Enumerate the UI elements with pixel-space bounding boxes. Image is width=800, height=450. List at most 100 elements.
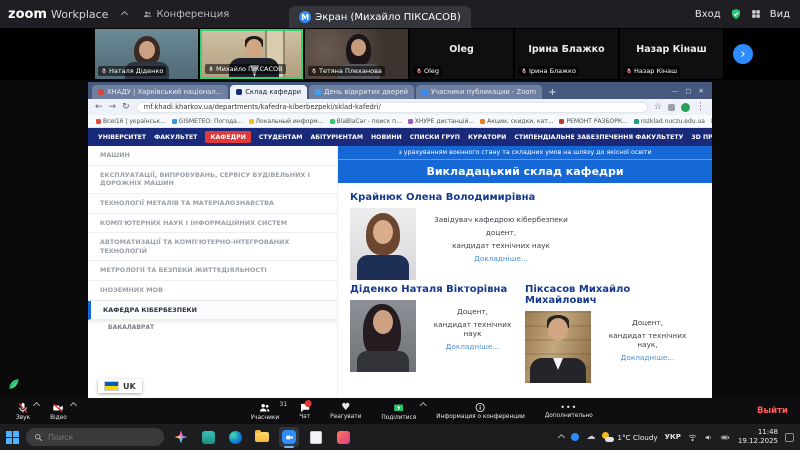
bookmark-item[interactable]: rozklad.nuczu.edu.ua: [634, 118, 705, 125]
bookmark-item[interactable]: BlaBlaCar - поиск п...: [330, 118, 402, 125]
language-switcher[interactable]: UK: [98, 379, 142, 393]
profile-avatar[interactable]: [681, 103, 690, 112]
taskbar-app[interactable]: [333, 427, 353, 447]
nav-item[interactable]: АБІТУРІЄНТАМ: [310, 134, 363, 141]
bookmark-item[interactable]: Акции, скидки, кат...: [480, 118, 553, 125]
collapse-chevron-icon[interactable]: [121, 10, 128, 17]
sidebar-item[interactable]: ЕКСПЛУАТАЦІЇ, ВИПРОБУВАНЬ, СЕРВІСУ БУДІВ…: [88, 166, 337, 194]
forward-icon[interactable]: →: [109, 102, 117, 112]
browser-tab[interactable]: Учасники публикации - Zoom: [416, 85, 542, 99]
sidebar-item[interactable]: МАШИН: [88, 146, 337, 166]
audio-button[interactable]: Звук: [6, 398, 40, 424]
tab-meeting[interactable]: Конференция: [143, 9, 229, 20]
details-link[interactable]: Докладніше...: [474, 254, 528, 263]
bookmark-item[interactable]: РЕМОНТ РАЗБОРК...: [559, 118, 627, 125]
sidebar-item[interactable]: ІНОЗЕМНИХ МОВ: [88, 281, 337, 301]
details-link[interactable]: Докладніше...: [621, 353, 675, 362]
sidebar-item-active[interactable]: КАФЕДРА КІБЕРБЕЗПЕКИ: [88, 301, 337, 321]
participant-name-label: Назар Кінаш: [623, 66, 680, 76]
notification-center-icon[interactable]: [785, 433, 794, 442]
bookmark-item[interactable]: ХНУРЕ дистанцій...: [408, 118, 474, 125]
leave-button[interactable]: Выйти: [757, 398, 788, 424]
video-options-chevron-icon[interactable]: [70, 402, 77, 409]
video-button[interactable]: Відео: [40, 398, 77, 424]
bookmark-item[interactable]: ВсеІ16 | українськ...: [96, 118, 166, 125]
sidebar-item[interactable]: АВТОМАТИЗАЦІЇ ТА КОМП'ЮТЕРНО-ІНТЕГРОВАНИ…: [88, 233, 337, 261]
window-maximize-button[interactable]: ▢: [685, 87, 691, 95]
reload-icon[interactable]: ↻: [122, 102, 130, 112]
nav-item[interactable]: СПИСКИ ГРУП: [410, 134, 460, 141]
bookmark-star-icon[interactable]: ☆: [654, 102, 662, 112]
participant-tile-audio-only[interactable]: Ірина Блажко Ірина Блажко: [515, 29, 618, 79]
bookmark-favicon: [634, 119, 639, 124]
language-indicator[interactable]: УКР: [665, 433, 681, 441]
onedrive-cloud-icon[interactable]: ☁: [586, 432, 595, 442]
nav-item[interactable]: СТИПЕНДІАЛЬНЕ ЗАБЕЗПЕЧЕННЯ ФАКУЛЬТЕТУ: [514, 134, 683, 141]
announcement-ticker: з урахуванням воєнного стану та складних…: [338, 146, 712, 159]
clock[interactable]: 11:48 19.12.2025: [738, 428, 778, 446]
share-screen-button[interactable]: Поділитися: [371, 398, 426, 424]
window-minimize-button[interactable]: —: [672, 87, 679, 95]
tray-expand-chevron-icon[interactable]: [558, 433, 565, 440]
more-dots-icon: •••: [560, 403, 577, 412]
audio-options-chevron-icon[interactable]: [33, 402, 40, 409]
participant-tile-audio-only[interactable]: Oleg Oleg: [410, 29, 513, 79]
taskbar-search[interactable]: [26, 428, 164, 446]
share-options-chevron-icon[interactable]: [419, 402, 426, 409]
bookmark-item[interactable]: Локальный информ...: [249, 118, 324, 125]
browser-tab-active[interactable]: Склад кафедри: [230, 85, 307, 99]
chat-button[interactable]: Чат: [289, 398, 320, 424]
browser-tab[interactable]: День відкритих дверей: [309, 85, 414, 99]
zoom-tray-icon[interactable]: [571, 433, 579, 441]
site-content: з урахуванням воєнного стану та складних…: [338, 146, 712, 398]
nav-item[interactable]: СТУДЕНТАМ: [259, 134, 303, 141]
wifi-icon[interactable]: [688, 433, 697, 442]
login-button[interactable]: Вход: [695, 9, 721, 20]
nav-item[interactable]: КУРАТОРИ: [468, 134, 506, 141]
ukraine-flag-icon: [104, 381, 119, 391]
sidebar-item[interactable]: МЕТРОЛОГІЇ ТА БЕЗПЕКИ ЖИТТЄДІЯЛЬНОСТІ: [88, 261, 337, 281]
sidebar-item[interactable]: ТЕХНОЛОГІЇ МЕТАЛІВ ТА МАТЕРІАЛОЗНАВСТВА: [88, 194, 337, 214]
tab-screen-share[interactable]: М Экран (Михайло ПІКСАСОВ): [289, 6, 470, 28]
details-link[interactable]: Докладніше...: [446, 342, 500, 351]
start-button[interactable]: [6, 431, 19, 444]
battery-icon[interactable]: [720, 433, 731, 442]
taskbar-app-edge[interactable]: [225, 427, 245, 447]
nav-item[interactable]: ФАКУЛЬТЕТ: [154, 134, 197, 141]
next-participants-button[interactable]: ›: [733, 44, 753, 64]
window-close-button[interactable]: ✕: [699, 87, 704, 95]
annotation-leaf-icon[interactable]: [7, 376, 21, 395]
nav-item-active[interactable]: КАФЕДРИ: [205, 131, 250, 143]
nav-item[interactable]: УНІВЕРСИТЕТ: [98, 134, 146, 141]
volume-icon[interactable]: [704, 433, 713, 442]
nav-item[interactable]: НОВИНИ: [371, 134, 402, 141]
taskbar-app-document[interactable]: [306, 427, 326, 447]
browser-tab[interactable]: ХНАДУ | Харківський націонал...: [92, 85, 228, 99]
taskbar-app-explorer[interactable]: [252, 427, 272, 447]
taskbar-app-zoom[interactable]: [279, 427, 299, 447]
taskbar-app[interactable]: [198, 427, 218, 447]
sidebar-item[interactable]: КОМП'ЮТЕРНИХ НАУК І ІНФОРМАЦІЙНИХ СИСТЕМ: [88, 214, 337, 234]
participant-tile[interactable]: Наталя Діденко: [95, 29, 198, 79]
all-bookmarks-button[interactable]: Все закладки: [711, 118, 712, 125]
url-field[interactable]: mf.khadi.kharkov.ua/departments/kafedra-…: [136, 102, 648, 113]
taskbar-app-copilot[interactable]: [171, 427, 191, 447]
extensions-icon[interactable]: [668, 104, 675, 111]
browser-menu-icon[interactable]: ⋮: [696, 102, 705, 112]
more-button[interactable]: ••• Дополнительно: [535, 398, 603, 424]
new-tab-button[interactable]: +: [548, 87, 556, 98]
site-favicon: [236, 89, 242, 95]
react-button[interactable]: ♥ Реагувати: [320, 398, 371, 424]
weather-widget[interactable]: 1°C Cloudy: [602, 432, 657, 442]
participant-tile-audio-only[interactable]: Назар Кінаш Назар Кінаш: [620, 29, 723, 79]
sidebar-subitem[interactable]: БАКАЛАВРАТ: [88, 320, 337, 335]
back-icon[interactable]: ←: [95, 102, 103, 112]
view-button[interactable]: Вид: [770, 9, 790, 20]
participant-tile-active-speaker[interactable]: Михайло ПІКСАСОВ: [200, 29, 303, 79]
participant-tile[interactable]: Тетяна Плеханова: [305, 29, 408, 79]
bookmark-item[interactable]: GISMETEO: Погода...: [172, 118, 243, 125]
meeting-info-button[interactable]: Информация о конференции: [426, 398, 535, 424]
nav-item[interactable]: 3D ПРОСТІР: [691, 134, 712, 141]
search-input[interactable]: [48, 433, 148, 442]
participants-button[interactable]: Учасники 31: [241, 398, 290, 424]
